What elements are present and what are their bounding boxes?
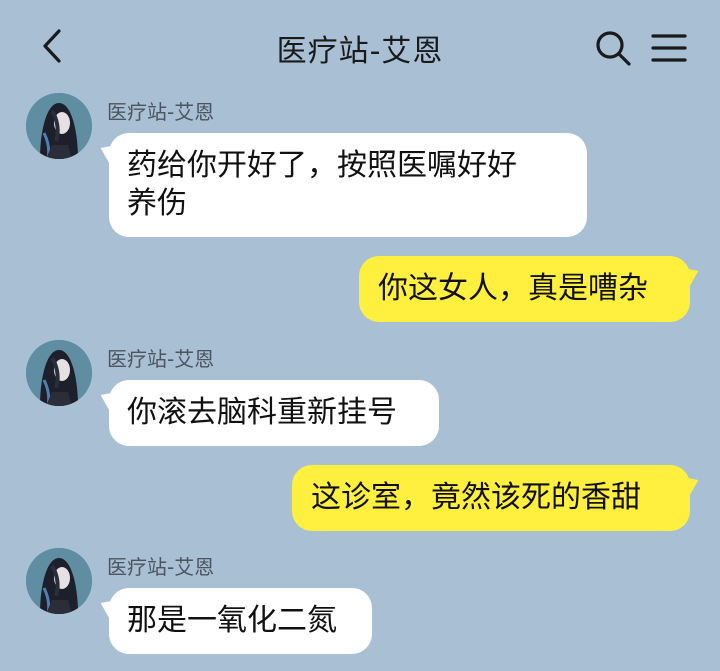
message-text: 你这女人，真是嘈杂 [378,271,648,306]
message-text: 你滚去脑科重新挂号 [127,395,397,430]
message-text: 养伤 [127,186,187,221]
message-text: 那是一氧化二氮 [127,603,337,638]
sender-name: 医疗站-艾恩 [107,347,215,371]
avatar[interactable] [26,93,92,159]
avatar[interactable] [26,340,92,406]
message-bubble-incoming[interactable]: 你滚去脑科重新挂号 [109,380,439,446]
message-bubble-outgoing[interactable]: 这诊室，竟然该死的香甜 [292,465,690,531]
message-text: 这诊室，竟然该死的香甜 [311,480,641,515]
message-bubble-incoming[interactable]: 药给你开好了，按照医嘱好好 养伤 [109,133,587,237]
menu-button[interactable] [649,28,689,68]
sender-name: 医疗站-艾恩 [107,100,215,124]
search-icon [596,31,631,66]
avatar-icon [26,548,92,614]
message-bubble-outgoing[interactable]: 你这女人，真是嘈杂 [359,256,690,322]
hamburger-menu-icon [651,34,687,62]
message-text: 药给你开好了，按照医嘱好好 [127,148,517,183]
sender-name: 医疗站-艾恩 [107,555,215,579]
avatar-icon [26,340,92,406]
avatar-icon [26,93,92,159]
avatar[interactable] [26,548,92,614]
message-bubble-incoming[interactable]: 那是一氧化二氮 [109,588,372,654]
search-button[interactable] [593,28,633,68]
chat-header: 医疗站-艾恩 [0,0,720,92]
